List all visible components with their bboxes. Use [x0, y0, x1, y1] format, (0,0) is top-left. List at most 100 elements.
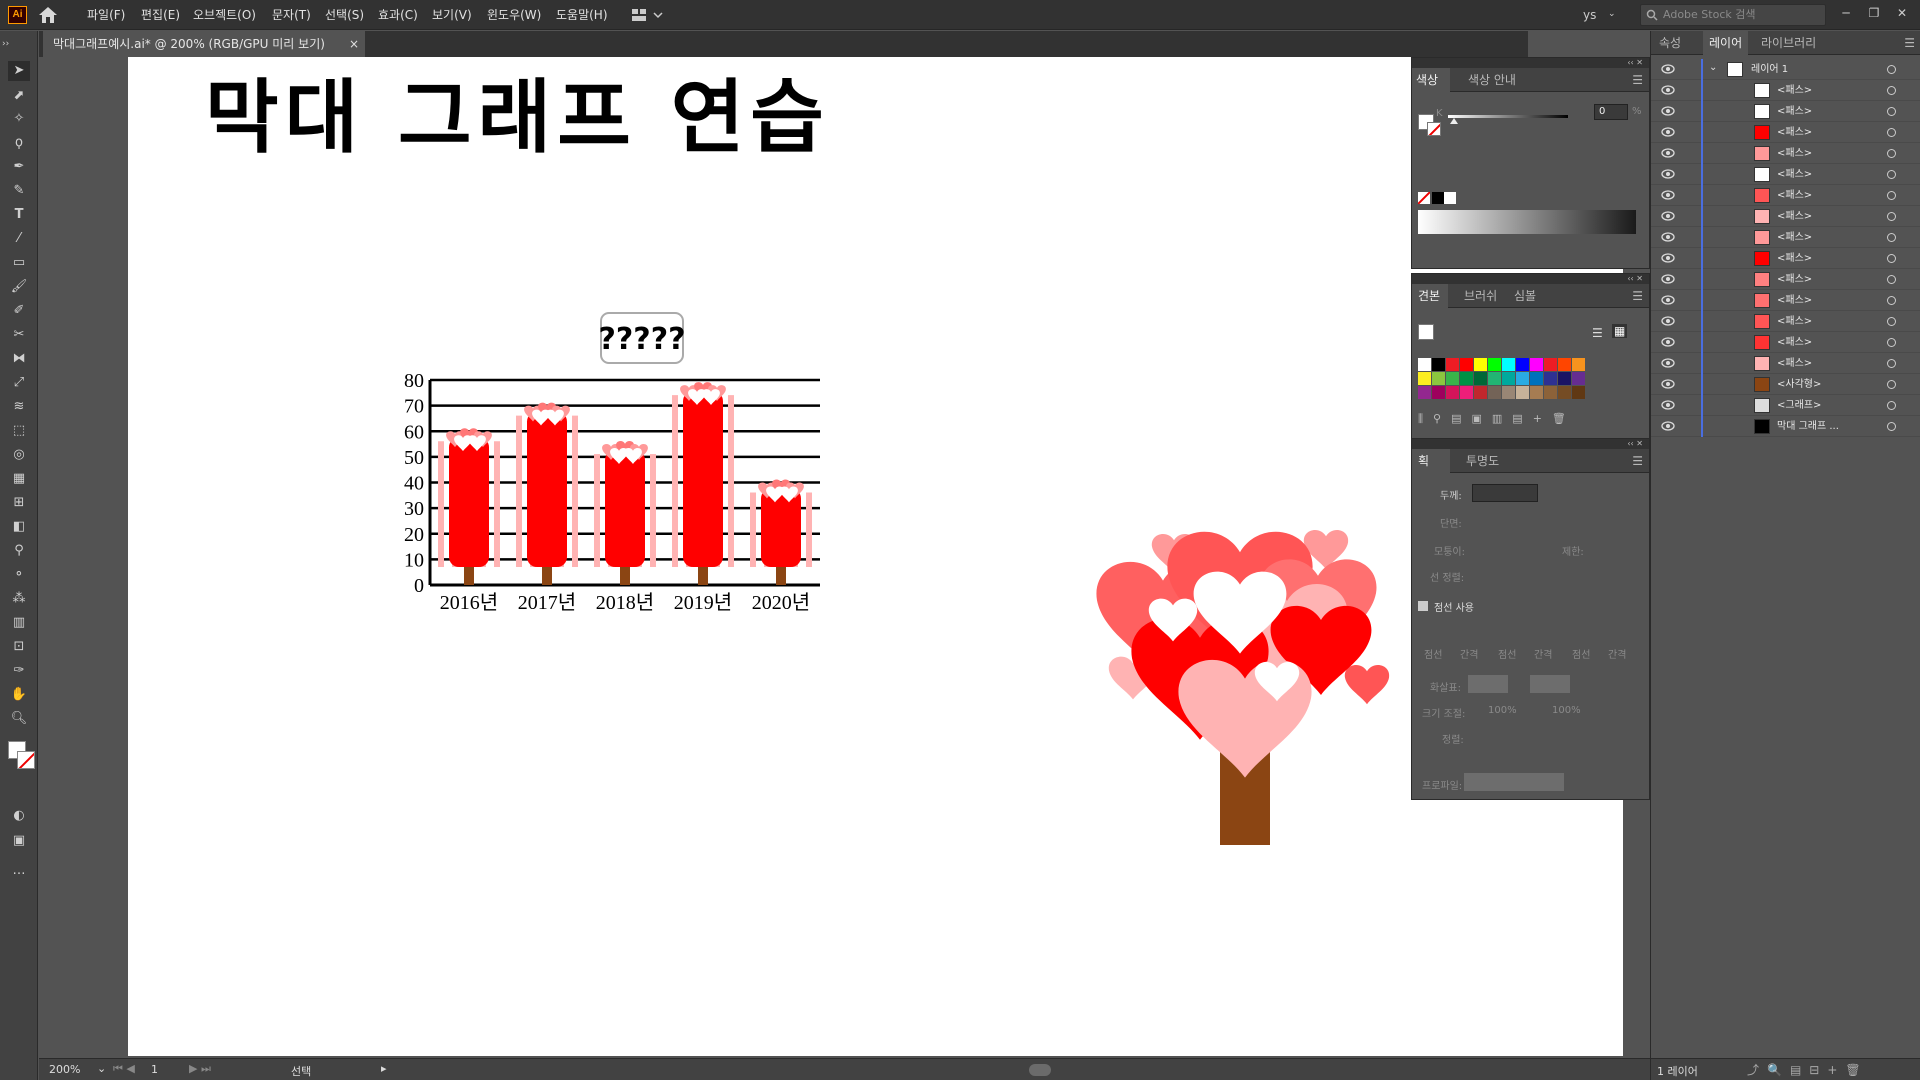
tab-color-guide[interactable]: 색상 안내 — [1468, 68, 1516, 92]
visibility-eye-icon[interactable] — [1661, 294, 1675, 306]
swatch[interactable] — [1418, 358, 1431, 371]
menu-view[interactable]: 보기(V) — [432, 0, 472, 30]
expand-chevron-icon[interactable]: ⌄ — [1709, 62, 1717, 73]
layer-row[interactable]: <패스> — [1651, 269, 1920, 290]
tab-color[interactable]: 색상 — [1412, 68, 1450, 92]
layer-row[interactable]: <패스> — [1651, 206, 1920, 227]
swatch[interactable] — [1446, 372, 1459, 385]
column-graph-tool-icon[interactable]: ▥ — [8, 613, 30, 633]
layer-actions-icon[interactable]: ⤴🔍▤⊟+🗑 — [1747, 1061, 1869, 1078]
layer-target-icon[interactable] — [1887, 254, 1896, 263]
visibility-eye-icon[interactable] — [1661, 168, 1675, 180]
tab-libraries[interactable]: 라이브러리 — [1761, 31, 1816, 55]
panel-menu-icon[interactable]: ☰ — [1632, 449, 1643, 473]
visibility-eye-icon[interactable] — [1661, 252, 1675, 264]
artboard-number[interactable]: 1 — [151, 1063, 158, 1076]
swatch[interactable] — [1572, 358, 1585, 371]
swatch[interactable] — [1446, 358, 1459, 371]
swatch[interactable] — [1544, 372, 1557, 385]
layer-row[interactable]: <패스> — [1651, 101, 1920, 122]
blob-brush-tool-icon[interactable]: ✐ — [8, 301, 30, 321]
layer-target-icon[interactable] — [1887, 422, 1896, 431]
visibility-eye-icon[interactable] — [1661, 315, 1675, 327]
swatch[interactable] — [1530, 358, 1543, 371]
swatch[interactable] — [1460, 386, 1473, 399]
blend-tool-icon[interactable]: ⚬ — [8, 565, 30, 585]
tab-symbols[interactable]: 심볼 — [1514, 284, 1536, 308]
swatch[interactable] — [1432, 386, 1445, 399]
visibility-eye-icon[interactable] — [1661, 399, 1675, 411]
layer-target-icon[interactable] — [1887, 128, 1896, 137]
arrow-end-select[interactable] — [1530, 675, 1570, 693]
visibility-eye-icon[interactable] — [1661, 231, 1675, 243]
swatch[interactable] — [1474, 358, 1487, 371]
weight-input[interactable] — [1472, 484, 1538, 502]
pen-tool-icon[interactable]: ✒ — [8, 157, 30, 177]
swatch[interactable] — [1502, 372, 1515, 385]
swatch[interactable] — [1530, 386, 1543, 399]
swatch[interactable] — [1544, 386, 1557, 399]
swatch[interactable] — [1516, 386, 1529, 399]
user-name[interactable]: ys — [1583, 0, 1596, 30]
type-tool-icon[interactable]: T — [8, 205, 30, 225]
menu-window[interactable]: 윈도우(W) — [487, 0, 541, 30]
layer-row[interactable]: <패스> — [1651, 332, 1920, 353]
tab-properties[interactable]: 속성 — [1659, 31, 1681, 55]
swatch[interactable] — [1418, 372, 1431, 385]
layer-row[interactable]: <사각형> — [1651, 374, 1920, 395]
layer-row[interactable]: <패스> — [1651, 311, 1920, 332]
status-menu-icon[interactable]: ▸ — [381, 1062, 387, 1075]
perspective-grid-tool-icon[interactable]: ▦ — [8, 469, 30, 489]
swatch[interactable] — [1446, 386, 1459, 399]
collapse-toolbar-icon[interactable]: ›› — [2, 34, 24, 54]
visibility-eye-icon[interactable] — [1661, 189, 1675, 201]
heart-tree-illustration[interactable] — [1085, 495, 1395, 855]
visibility-eye-icon[interactable] — [1661, 105, 1675, 117]
layer-target-icon[interactable] — [1887, 191, 1896, 200]
dashed-checkbox[interactable] — [1418, 601, 1428, 611]
swatch[interactable] — [1418, 386, 1431, 399]
next-artboard-icon[interactable]: ▶ ⏭ — [189, 1062, 211, 1076]
swatch[interactable] — [1460, 372, 1473, 385]
slice-tool-icon[interactable]: ✑ — [8, 661, 30, 681]
symbol-sprayer-tool-icon[interactable]: ⁂ — [8, 589, 30, 609]
layer-target-icon[interactable] — [1887, 275, 1896, 284]
swatch[interactable] — [1502, 386, 1515, 399]
artwork-title[interactable]: 막대 그래프 연습 — [205, 53, 830, 169]
swatch[interactable] — [1558, 358, 1571, 371]
layer-row[interactable]: <패스> — [1651, 227, 1920, 248]
zoom-level[interactable]: 200% — [49, 1063, 80, 1076]
artboard-tool-icon[interactable]: ⊡ — [8, 637, 30, 657]
profile-select[interactable] — [1464, 773, 1564, 791]
eyedropper-tool-icon[interactable]: ⚲ — [8, 541, 30, 561]
swatch[interactable] — [1530, 372, 1543, 385]
visibility-eye-icon[interactable] — [1661, 336, 1675, 348]
layer-row[interactable]: <패스> — [1651, 143, 1920, 164]
layer-target-icon[interactable] — [1887, 359, 1896, 368]
tab-layers[interactable]: 레이어 — [1703, 31, 1749, 55]
black-swatch[interactable] — [1432, 192, 1444, 204]
layer-row[interactable]: <패스> — [1651, 290, 1920, 311]
draw-mode-icon[interactable]: ◐ — [8, 806, 30, 826]
free-transform-tool-icon[interactable]: ⬚ — [8, 421, 30, 441]
swatch[interactable] — [1558, 372, 1571, 385]
swatch-fill-icon[interactable] — [1418, 324, 1434, 340]
k-slider[interactable] — [1448, 115, 1568, 118]
stock-search-input[interactable]: Adobe Stock 검색 — [1640, 4, 1826, 26]
layer-target-icon[interactable] — [1887, 296, 1896, 305]
layer-target-icon[interactable] — [1887, 170, 1896, 179]
layer-row[interactable]: <그래프> — [1651, 395, 1920, 416]
selection-tool-icon[interactable]: ➤ — [8, 61, 30, 81]
zoom-dropdown-icon[interactable]: ⌄ — [97, 1062, 106, 1075]
swatch[interactable] — [1460, 358, 1473, 371]
swatch[interactable] — [1516, 358, 1529, 371]
user-chevron-icon[interactable]: ⌄ — [1608, 9, 1616, 19]
none-swatch[interactable] — [1418, 192, 1430, 204]
hand-tool-icon[interactable]: ✋ — [8, 685, 30, 705]
visibility-eye-icon[interactable] — [1661, 84, 1675, 96]
rectangle-tool-icon[interactable]: ▭ — [8, 253, 30, 273]
layer-target-icon[interactable] — [1887, 401, 1896, 410]
panel-menu-icon[interactable]: ☰ — [1632, 284, 1643, 308]
layer-row[interactable]: <패스> — [1651, 164, 1920, 185]
menu-select[interactable]: 선택(S) — [325, 0, 364, 30]
